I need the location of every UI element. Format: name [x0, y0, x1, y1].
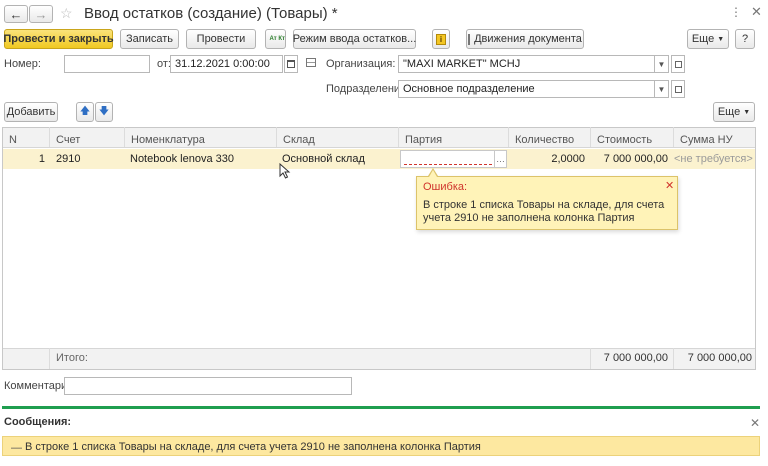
dt-kt-icon: Ат Кт	[269, 35, 285, 42]
more-label: Еще	[691, 33, 715, 45]
document-movements-button[interactable]: Движения документа	[466, 29, 584, 49]
chevron-down-icon: ▼	[657, 84, 666, 94]
title-bar: ← → ☆ Ввод остатков (создание) (Товары) …	[0, 0, 768, 28]
footer-total-label: Итого:	[56, 352, 88, 364]
save-button[interactable]: Записать	[120, 29, 179, 49]
open-link-icon	[674, 85, 682, 93]
chevron-down-icon: ▼	[743, 108, 751, 116]
input-mode-button[interactable]: Режим ввода остатков...	[293, 29, 416, 49]
department-label: Подразделение:	[326, 83, 410, 95]
open-link-icon	[674, 60, 682, 68]
message-item[interactable]: — В строке 1 списка Товары на складе, дл…	[2, 436, 760, 456]
warehouse-cell[interactable]: Основной склад	[282, 150, 365, 168]
chevron-down-icon: ▼	[717, 35, 725, 43]
item-cell[interactable]: Notebook lenova 330	[130, 150, 234, 168]
date-label: от:	[157, 58, 171, 70]
account-cell[interactable]: 2910	[56, 150, 80, 168]
number-input[interactable]	[64, 55, 150, 73]
close-icon[interactable]: ✕	[751, 4, 762, 20]
number-label: Номер:	[4, 58, 41, 70]
quantity-cell[interactable]: 2,0000	[509, 150, 585, 168]
footer-divider	[49, 348, 50, 369]
mouse-cursor-icon	[279, 163, 291, 179]
arrow-down-icon: 🡇	[98, 105, 110, 117]
column-header-item[interactable]: Номенклатура	[125, 131, 205, 149]
calendar-icon	[287, 60, 295, 68]
column-header-warehouse[interactable]: Склад	[277, 131, 315, 149]
table-more-button[interactable]: Еще ▼	[713, 102, 755, 122]
footer-cost-total: 7 000 000,00	[603, 352, 668, 364]
column-header-sum-nu[interactable]: Сумма НУ	[674, 131, 733, 149]
post-button[interactable]: Провести	[186, 29, 256, 49]
dash-icon: —	[11, 442, 22, 454]
table-more-label: Еще	[717, 106, 741, 118]
row-number: 1	[38, 153, 45, 165]
save-label: Записать	[126, 33, 174, 45]
forward-button[interactable]: →	[29, 5, 53, 23]
chevron-down-icon: ▼	[657, 59, 666, 69]
arrow-left-icon: ←	[9, 6, 23, 22]
department-input[interactable]: Основное подразделение	[398, 80, 655, 98]
batch-input[interactable]	[400, 150, 495, 168]
organization-label: Организация:	[326, 58, 396, 70]
organization-open-button[interactable]	[671, 55, 685, 73]
more-vert-icon[interactable]: ⋮	[730, 5, 742, 19]
help-label: ?	[741, 33, 749, 45]
post-and-close-label: Провести и закрыть	[3, 33, 114, 45]
sum-nu-cell[interactable]: <не требуется>	[674, 150, 753, 168]
close-icon[interactable]: ✕	[750, 416, 760, 430]
arrow-right-icon: →	[34, 6, 48, 22]
date-input[interactable]: 31.12.2021 0:00:00	[170, 55, 283, 73]
add-button[interactable]: Добавить	[4, 102, 58, 122]
column-header-quantity[interactable]: Количество	[509, 131, 574, 149]
add-label: Добавить	[6, 106, 56, 118]
calendar-button[interactable]	[284, 55, 298, 73]
organization-input[interactable]: "MAXI MARKET" MCHJ	[398, 55, 655, 73]
error-underline	[404, 164, 492, 165]
message-text: В строке 1 списка Товары на складе, для …	[25, 441, 481, 453]
column-header-batch[interactable]: Партия	[399, 131, 442, 149]
document-movements-label: Движения документа	[474, 33, 582, 45]
dt-kt-button[interactable]: Ат Кт	[265, 29, 286, 49]
arrow-up-icon: 🡅	[79, 105, 91, 117]
post-and-close-button[interactable]: Провести и закрыть	[3, 29, 114, 49]
column-header-cost[interactable]: Стоимость	[591, 131, 652, 149]
error-tooltip-message: В строке 1 списка Товары на складе, для …	[423, 199, 665, 224]
back-button[interactable]: ←	[4, 5, 28, 23]
document-icon[interactable]	[306, 58, 316, 67]
help-button[interactable]: ?	[735, 29, 755, 49]
tooltip-pointer-fill	[429, 170, 437, 177]
comment-input[interactable]	[64, 377, 352, 395]
star-icon[interactable]: ☆	[60, 5, 73, 22]
page-title: Ввод остатков (создание) (Товары) *	[84, 5, 338, 22]
column-header-account[interactable]: Счет	[50, 131, 80, 149]
column-header-n[interactable]: N	[3, 131, 17, 149]
footer-sum-nu-total: 7 000 000,00	[687, 352, 752, 364]
organization-dropdown[interactable]: ▼	[655, 55, 669, 73]
movements-icon	[468, 33, 471, 45]
cost-cell[interactable]: 7 000 000,00	[591, 150, 668, 168]
post-label: Провести	[196, 33, 246, 45]
close-icon[interactable]: ✕	[665, 179, 674, 192]
error-tooltip-title: Ошибка:	[423, 181, 468, 193]
batch-select-button[interactable]: …	[495, 150, 507, 168]
info-button[interactable]: i	[432, 29, 450, 49]
input-mode-label: Режим ввода остатков...	[292, 33, 417, 45]
messages-title: Сообщения:	[4, 416, 72, 428]
error-tooltip: Ошибка: ✕ В строке 1 списка Товары на ск…	[416, 176, 678, 230]
move-down-button[interactable]: 🡇	[95, 102, 113, 122]
department-open-button[interactable]	[671, 80, 685, 98]
department-dropdown[interactable]: ▼	[655, 80, 669, 98]
messages-divider	[2, 406, 760, 409]
info-icon: i	[436, 33, 446, 45]
more-button[interactable]: Еще ▼	[687, 29, 729, 49]
move-up-button[interactable]: 🡅	[76, 102, 94, 122]
